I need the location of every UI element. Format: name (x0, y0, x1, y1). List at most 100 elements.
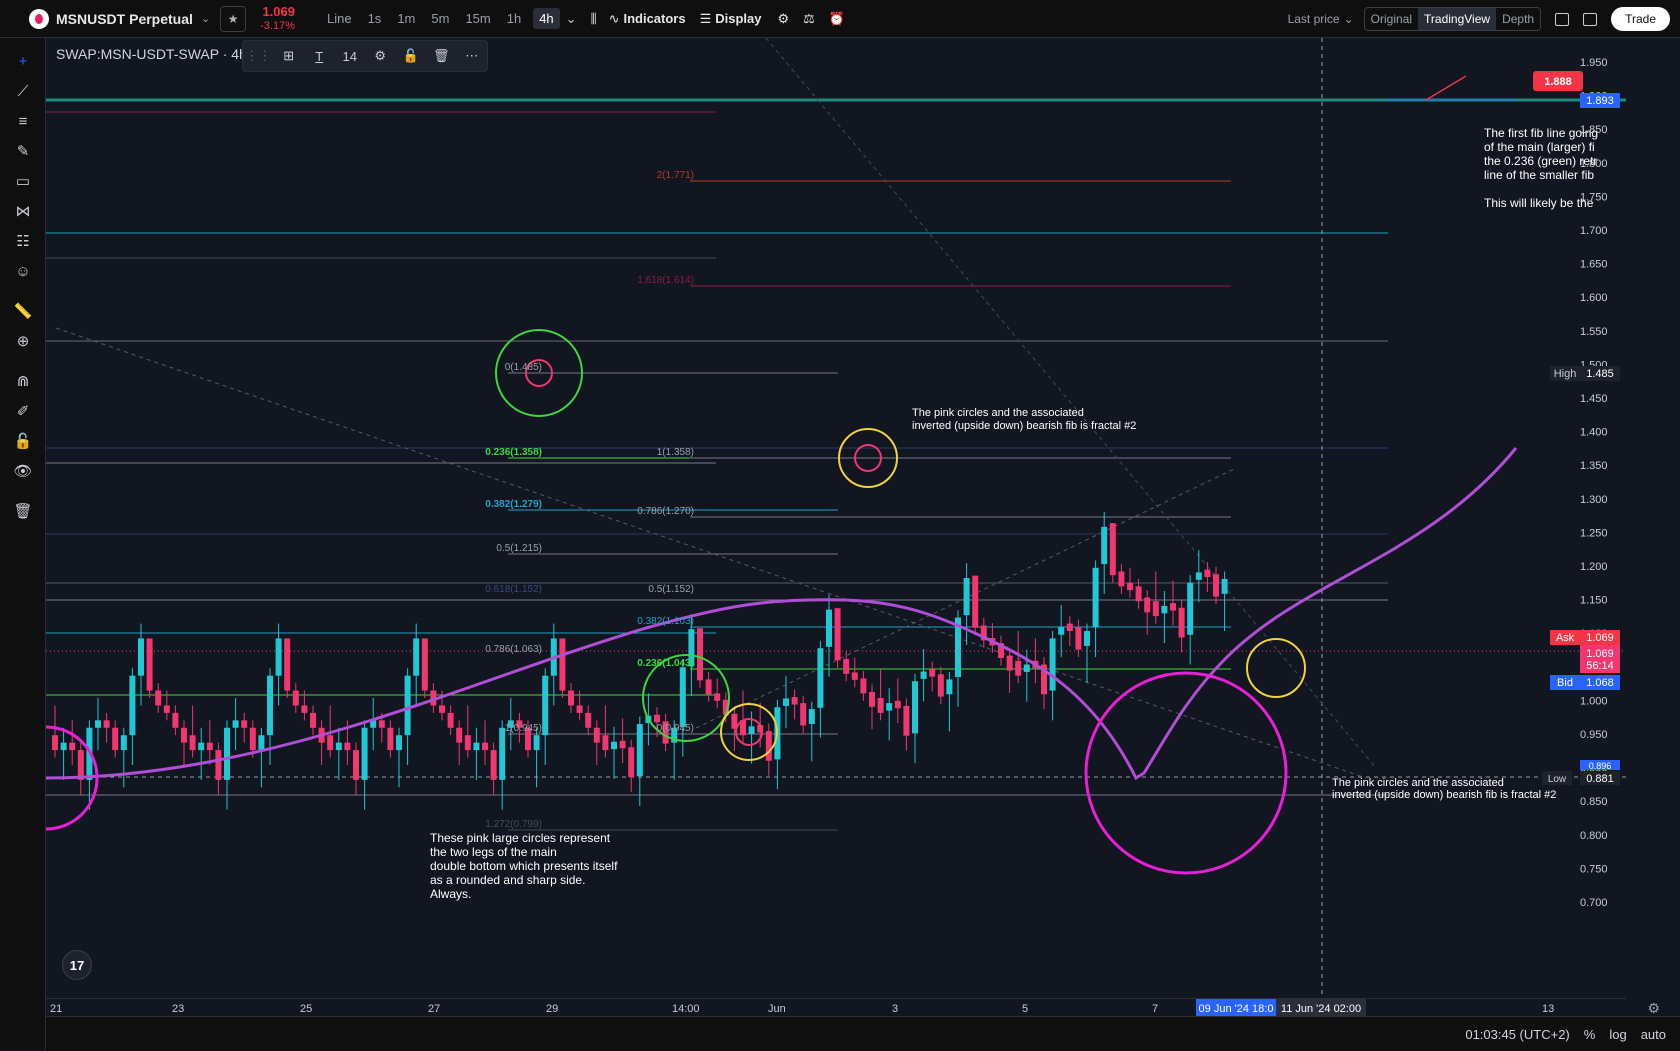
time-axis-label: 25 (300, 1003, 312, 1015)
pink-large-circle-right (1084, 671, 1288, 875)
candle-body (267, 675, 273, 736)
interval-dropdown-icon[interactable]: ⌄ (566, 11, 577, 27)
candle-body (1135, 586, 1142, 602)
chart-canvas[interactable]: 2(1.771) 1.618(1.614) 0(1.485) 0.236(1.3… (46, 38, 1626, 998)
candle-body (327, 735, 334, 751)
annotation-fractal-bottom: The pink circles and the associated inve… (1332, 777, 1556, 801)
symbol-name[interactable]: MSNUSDT Perpetual (56, 11, 193, 27)
trend-line-icon[interactable]: ⟋ (13, 81, 33, 101)
candle-body (1152, 601, 1159, 617)
candle-body (112, 727, 119, 751)
horizontal-lines (46, 38, 1626, 998)
interval-1s[interactable]: 1s (368, 11, 382, 26)
price-axis-label: 1.750 (1580, 191, 1608, 203)
last-price-select[interactable]: Last price (1288, 12, 1340, 26)
candle-body (1127, 582, 1133, 591)
measure-lines-icon[interactable]: ☷ (13, 231, 33, 251)
add-template-icon[interactable]: ⊞ (274, 48, 305, 64)
crosshair-date-tag: 09 Jun '24 18:0 (1199, 1003, 1274, 1015)
candle-body (937, 674, 944, 697)
trash-icon[interactable]: 🗑 (13, 501, 33, 521)
candle-type-icon[interactable]: ⫼ (591, 11, 597, 27)
percent-toggle[interactable]: % (1584, 1027, 1596, 1042)
time-axis[interactable]: 21 23 25 27 29 14:00 Jun 3 5 7 13 09 Jun '24 18:0 … (46, 998, 1626, 1017)
trade-button[interactable]: Trade (1611, 7, 1670, 31)
candle-body (301, 705, 308, 713)
low-label: Low (1548, 774, 1567, 785)
fib-label: 0.382(1.279) (485, 499, 542, 510)
candle-body (378, 720, 385, 728)
candle-body (52, 735, 58, 751)
interval-15m[interactable]: 15m (465, 11, 490, 26)
note-line: as a rounded and sharp side. (430, 873, 585, 887)
fib-label: 0.786(1.270) (637, 506, 694, 517)
tradingview-logo-icon[interactable]: 17 (62, 950, 92, 980)
time-axis-label: 27 (428, 1003, 440, 1015)
candle-body (877, 698, 884, 713)
settings-gear-icon[interactable]: ⚙ (365, 48, 396, 64)
lock-icon[interactable]: 🔓 (13, 431, 33, 451)
log-toggle[interactable]: log (1609, 1027, 1626, 1042)
candle-body (869, 691, 875, 707)
text-callout-icon[interactable]: ▭ (13, 171, 33, 191)
candle-body (748, 726, 755, 734)
more-icon[interactable]: ⋯ (457, 48, 488, 64)
candle-body (258, 735, 265, 751)
price-axis-label: 1.150 (1580, 595, 1608, 607)
candle-body (482, 742, 488, 751)
candle-body (138, 638, 144, 676)
ask-value: 1.069 (1586, 632, 1614, 644)
candle-body (783, 698, 789, 706)
axis-settings-icon[interactable]: ⚙ (1647, 1000, 1660, 1017)
view-depth[interactable]: Depth (1496, 8, 1540, 30)
note-line: The pink circles and the associated (912, 407, 1084, 419)
alert-clock-icon[interactable]: ⏰ (829, 11, 845, 27)
auto-toggle[interactable]: auto (1641, 1027, 1666, 1042)
view-tradingview[interactable]: TradingView (1418, 8, 1497, 30)
candle-body (851, 672, 858, 680)
emoji-icon[interactable]: ☺ (13, 261, 33, 281)
interval-4h[interactable]: 4h (533, 8, 560, 29)
interval-5m[interactable]: 5m (431, 11, 449, 26)
time-axis-label: 14:00 (672, 1003, 700, 1015)
text-color-icon[interactable]: T (304, 49, 335, 64)
interval-line[interactable]: Line (327, 11, 352, 26)
price-change: -3.17% (260, 19, 295, 32)
favorite-star-icon[interactable]: ★ (220, 5, 247, 32)
crosshair-icon[interactable]: + (13, 51, 33, 71)
fullscreen-icon[interactable] (1583, 12, 1598, 26)
price-axis-label: 0.750 (1580, 863, 1608, 875)
eye-icon[interactable]: 👁 (13, 461, 33, 481)
font-size-value[interactable]: 14 (335, 49, 366, 64)
interval-1h[interactable]: 1h (507, 11, 521, 26)
magnet-icon[interactable]: ⋒ (13, 371, 33, 391)
price-axis-label: 1.850 (1580, 124, 1608, 136)
pencil-lock-icon[interactable]: ✐ (13, 401, 33, 421)
candle-body (249, 727, 256, 751)
brush-icon[interactable]: ✎ (13, 141, 33, 161)
lock-icon[interactable]: 🔓 (396, 48, 427, 64)
pattern-icon[interactable]: ⋈ (13, 201, 33, 221)
view-original[interactable]: Original (1365, 8, 1418, 30)
candle-body (189, 735, 196, 751)
interval-1m[interactable]: 1m (397, 11, 415, 26)
chevron-down-icon[interactable]: ⌄ (201, 12, 210, 25)
window-icon[interactable] (1555, 12, 1570, 26)
chart-area[interactable]: 2(1.771) 1.618(1.614) 0(1.485) 0.236(1.3… (46, 38, 1626, 998)
fib-lines-icon[interactable]: ≡ (13, 111, 33, 131)
ruler-icon[interactable]: 📏 (13, 301, 33, 321)
trash-icon[interactable]: 🗑 (426, 48, 457, 64)
zoom-in-icon[interactable]: ⊕ (13, 331, 33, 351)
indicators-button[interactable]: Indicators (623, 11, 685, 26)
display-button[interactable]: Display (715, 11, 761, 26)
time-axis-label: 21 (50, 1003, 62, 1015)
settings-gear-icon[interactable]: ⚙ (778, 11, 790, 27)
compare-scale-icon[interactable]: ⚖ (803, 11, 815, 27)
fib-label: 1.272(0.799) (485, 819, 542, 830)
candle-body (95, 720, 101, 728)
candle-body (920, 671, 927, 679)
time-axis-label: Jun (768, 1003, 786, 1015)
drag-handle-icon[interactable]: ⋮⋮ (243, 48, 274, 64)
candle-body (533, 735, 540, 751)
chevron-down-icon[interactable]: ⌄ (1344, 12, 1354, 26)
